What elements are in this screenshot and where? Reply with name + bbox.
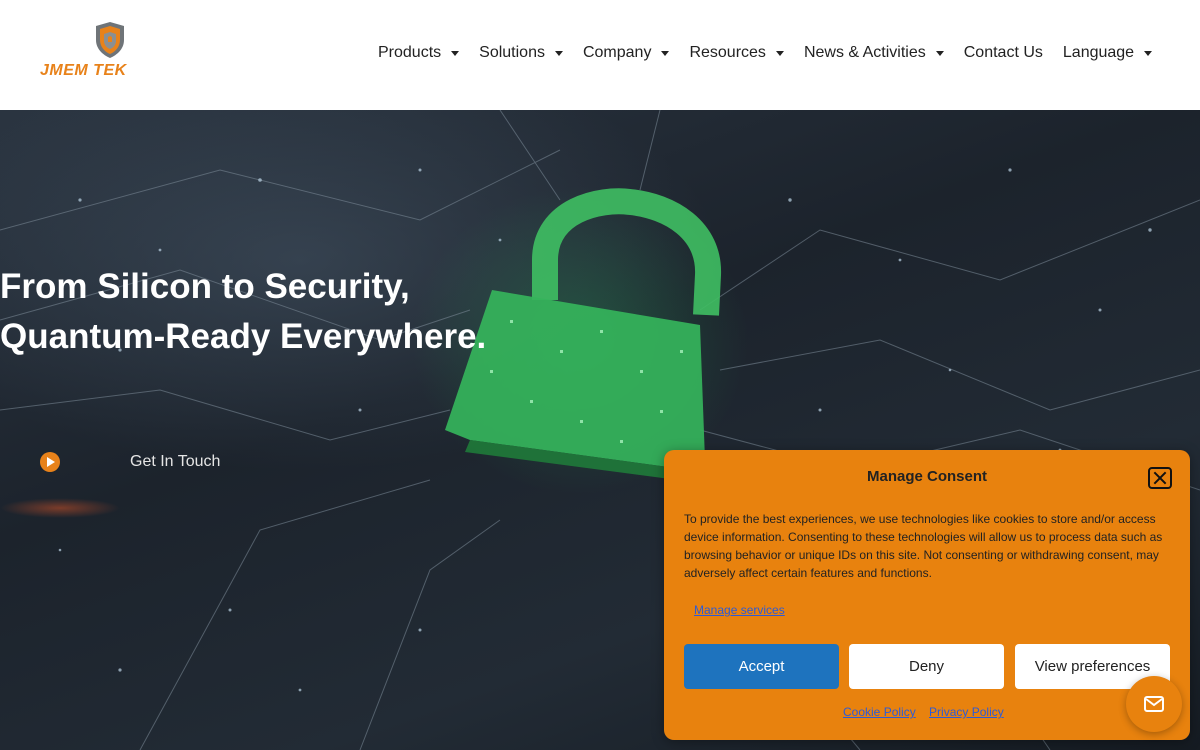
nav-label: Solutions	[479, 44, 545, 61]
privacy-policy-link[interactable]: Privacy Policy	[929, 705, 1004, 719]
caret-down-icon	[1144, 50, 1153, 56]
nav-item-solutions[interactable]: Solutions	[479, 44, 563, 62]
policy-links: Cookie Policy Privacy Policy	[843, 705, 1014, 719]
caret-down-icon	[554, 50, 563, 56]
nav-item-news-activities[interactable]: News & Activities	[804, 44, 944, 62]
nav-label: Contact Us	[963, 44, 1043, 61]
mail-icon	[1144, 696, 1164, 712]
cta-glow-decoration	[0, 498, 120, 518]
consent-title: Manage Consent	[866, 468, 987, 485]
accept-button[interactable]: Accept	[684, 644, 839, 689]
hero-title-line-2: Quantum-Ready Everywhere.	[0, 317, 487, 356]
nav-item-language[interactable]: Language	[1062, 44, 1153, 62]
cookie-policy-link[interactable]: Cookie Policy	[843, 705, 916, 719]
play-icon	[40, 452, 60, 472]
manage-services-link[interactable]: Manage services	[694, 603, 785, 617]
nav-label: Resources	[689, 44, 766, 61]
jmem-tek-logo[interactable]: JMEM TEK	[40, 22, 180, 82]
nav-item-resources[interactable]: Resources	[689, 44, 784, 62]
contact-mail-button[interactable]	[1126, 676, 1182, 732]
shield-logo-icon	[96, 22, 124, 58]
caret-down-icon	[451, 50, 460, 56]
hero-title-line-1: From Silicon to Security,	[0, 267, 410, 306]
nav-label: Language	[1062, 44, 1135, 61]
nav-label: Products	[378, 44, 442, 61]
nav-label: Company	[582, 44, 652, 61]
hero-title: From Silicon to Security, Quantum-Ready …	[0, 262, 486, 362]
site-header: JMEM TEK Products Solutions Company Reso…	[0, 0, 1200, 110]
nav-item-contact-us[interactable]: Contact Us	[964, 44, 1043, 62]
get-in-touch-link[interactable]: Get In Touch	[40, 452, 220, 472]
caret-down-icon	[775, 50, 784, 56]
consent-description: To provide the best experiences, we use …	[684, 512, 1163, 580]
nav-item-products[interactable]: Products	[378, 44, 460, 62]
nav-label: News & Activities	[803, 44, 926, 61]
caret-down-icon	[935, 50, 944, 56]
deny-button[interactable]: Deny	[849, 644, 1004, 689]
logo-wordmark: JMEM TEK	[40, 62, 127, 79]
get-in-touch-label: Get In Touch	[130, 453, 221, 470]
cookie-consent-dialog: Manage Consent To provide the best exper…	[664, 450, 1190, 740]
nav-item-company[interactable]: Company	[582, 44, 670, 62]
close-icon[interactable]	[1148, 467, 1172, 489]
main-nav: Products Solutions Company Resources New…	[378, 44, 1172, 62]
caret-down-icon	[661, 50, 670, 56]
